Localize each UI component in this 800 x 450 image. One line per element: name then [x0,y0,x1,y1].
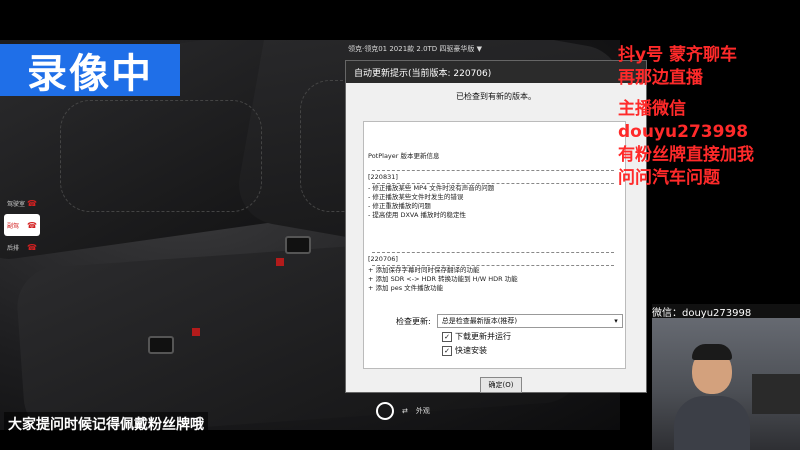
phone-icon: ☎ [27,242,37,252]
divider [372,170,614,171]
stream-subtitle: 大家提问时候记得佩戴粉丝牌哦 [4,412,208,436]
changelog-item: + 添加 pes 文件播放功能 [368,284,444,292]
phone-icon: ☎ [27,198,37,208]
check-update-select[interactable]: 总是检查最新版本(推荐) ▾ [436,314,623,328]
check-update-label: 检查更新: [396,316,431,326]
webcam-banner: 微信：douyu273998 [652,304,800,318]
side-menu-item-passenger[interactable]: 副驾 ☎ [4,214,40,236]
isofix-latch [148,336,174,354]
info-line: 再那边直播 [618,68,703,88]
check-update-value: 总是检查最新版本(推荐) [441,317,518,325]
update-dialog: 自动更新提示(当前版本: 220706) 已检查到有新的版本。 PotPlaye… [345,60,647,393]
download-run-label: 下载更新并运行 [455,332,511,341]
download-run-option[interactable]: ✓ 下载更新并运行 [442,331,511,342]
changelog-item: - 提高使用 DXVA 播放时的稳定性 [368,211,466,219]
changelog-version: [220706] [368,255,398,263]
webcam-feed: 微信：douyu273998 [652,304,800,450]
streamer-body [674,396,750,450]
dialog-title: 自动更新提示(当前版本: 220706) [346,61,646,83]
side-menu-label: 副驾 [7,222,20,230]
streamer-info-panel: 抖y号 蒙齐聊车 再那边直播 主播微信 douyu273998 有粉丝牌直接加我… [618,44,800,190]
seat-stitching [60,100,262,212]
dialog-status-text: 已检查到有新的版本。 [456,92,536,101]
streamer-hair [692,344,732,360]
side-menu-label: 后排 [7,244,20,252]
info-line: 问问汽车问题 [618,168,720,188]
info-line: douyu273998 [618,122,749,142]
info-line: 抖y号 蒙齐聊车 [618,45,737,65]
bottom-controls: ⇄ 外观 [376,402,430,420]
view-side-menu: 驾驶室 ☎ 副驾 ☎ 后排 ☎ [4,192,40,258]
background-shelf [752,374,800,414]
info-line: 有粉丝牌直接加我 [618,145,754,165]
side-menu-item-driver[interactable]: 驾驶室 ☎ [4,192,40,214]
swap-icon[interactable]: ⇄ [402,407,408,415]
isofix-marker [276,258,284,266]
changelog-version: [220831] [368,173,398,181]
phone-icon: ☎ [27,220,37,230]
chevron-down-icon: ▾ [614,317,618,325]
isofix-marker [192,328,200,336]
silent-install-option[interactable]: ✓ 快速安装 [442,345,487,356]
changelog-item: - 修正播放某些 MP4 文件时没有声音的问题 [368,184,495,192]
changelog-item: - 修正重放播放的问题 [368,202,431,210]
check-update-row: 检查更新: 总是检查最新版本(推荐) ▾ [396,314,623,328]
record-circle-button[interactable] [376,402,394,420]
silent-install-label: 快速安装 [455,346,487,355]
divider [372,252,614,253]
isofix-latch [285,236,311,254]
car-model-selector[interactable]: 领克·领克01 2021款 2.0TD 四驱豪华版 ▼ [348,44,482,54]
changelog-item: - 修正播放某些文件时发生的错误 [368,193,464,201]
ok-button[interactable]: 确定(O) [480,377,522,393]
exterior-view-label[interactable]: 外观 [416,406,430,416]
recording-label: 录像中 [0,44,180,97]
changelog-item: + 添加保存字幕时同时保存翻译的功能 [368,266,480,274]
changelog-item: + 添加 SDR <-> HDR 转换功能到 H/W HDR 功能 [368,275,518,283]
side-menu-item-rear[interactable]: 后排 ☎ [4,236,40,258]
silent-install-checkbox[interactable]: ✓ [442,345,452,356]
changelog-header: PotPlayer 版本更新信息 [368,152,440,160]
download-run-checkbox[interactable]: ✓ [442,331,452,342]
side-menu-label: 驾驶室 [7,200,26,208]
info-line: 主播微信 [618,99,686,119]
